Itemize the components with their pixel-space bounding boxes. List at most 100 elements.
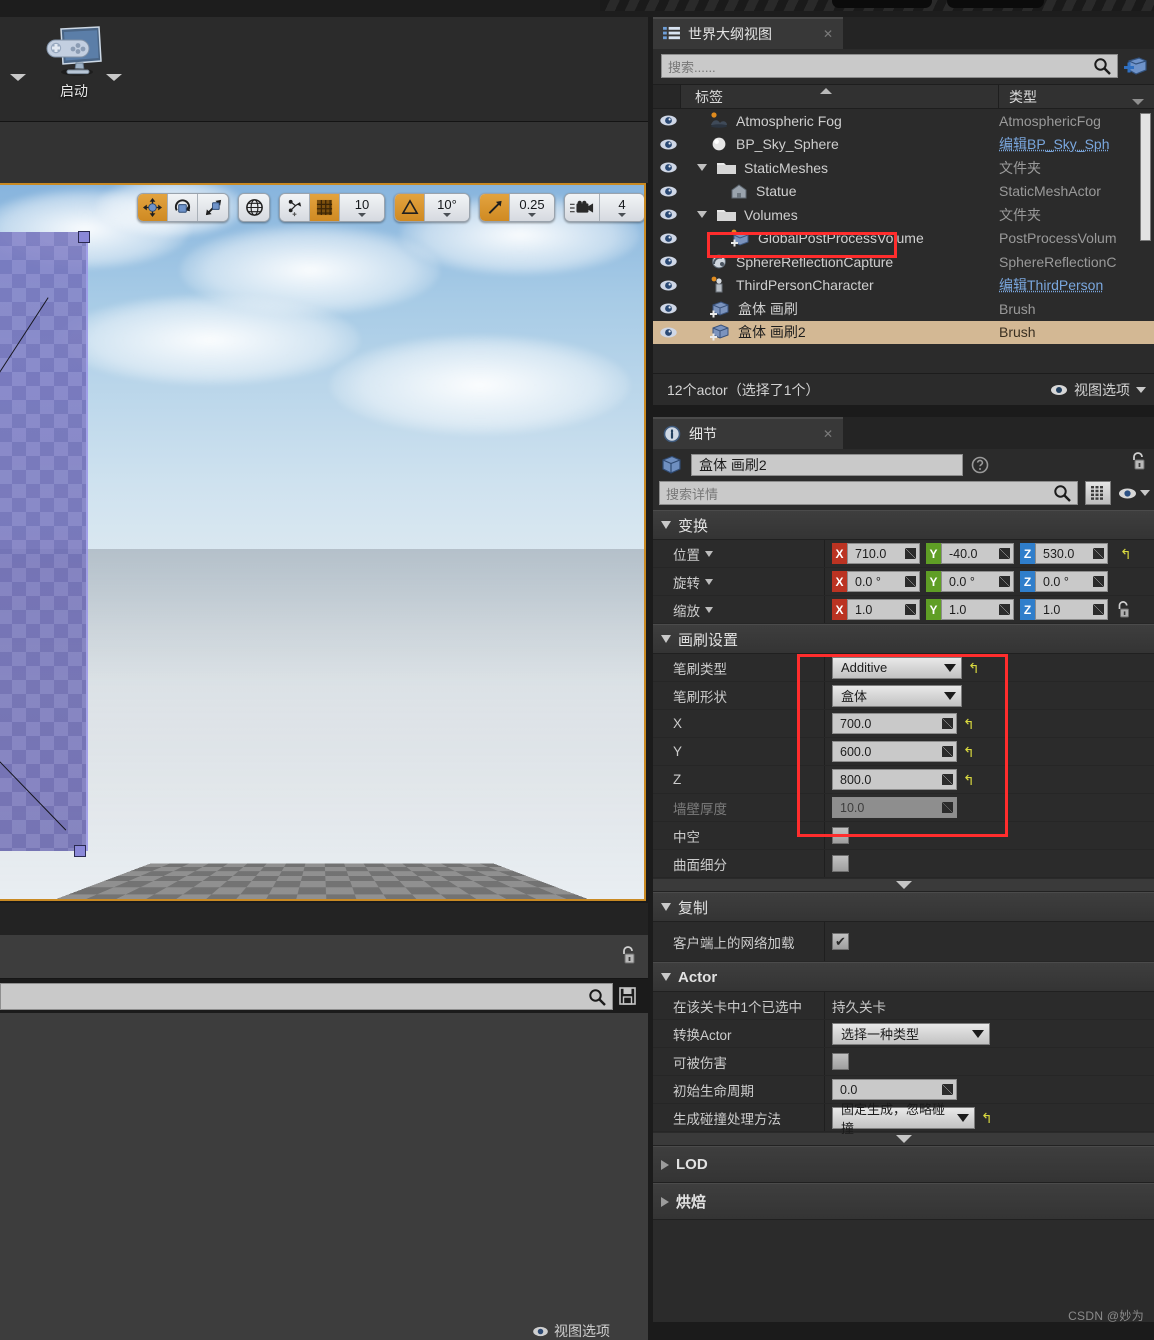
outliner-row-3[interactable]: Statue StaticMeshActor — [653, 180, 1154, 204]
spawn-collision-dropdown[interactable]: 固定生成，忽略碰撞 — [832, 1102, 975, 1136]
camera-icon[interactable] — [565, 194, 600, 221]
convert-actor-dropdown[interactable]: 选择一种类型 — [832, 1022, 990, 1045]
drag-spinner-icon[interactable] — [999, 576, 1010, 587]
section-lod-header[interactable]: LOD — [653, 1146, 1154, 1183]
scale-mode-icon[interactable] — [198, 194, 228, 221]
visibility-eye-icon[interactable] — [653, 255, 683, 268]
rotation-x-input[interactable]: 0.0 ° — [847, 571, 920, 592]
lock-icon[interactable] — [620, 945, 636, 965]
drag-spinner-icon[interactable] — [905, 604, 916, 615]
drag-spinner-icon[interactable] — [942, 718, 953, 729]
tab-details[interactable]: 细节 ✕ — [653, 417, 843, 449]
drag-spinner-icon[interactable] — [999, 548, 1010, 559]
scale-z-input[interactable]: 1.0 — [1035, 599, 1108, 620]
rotation-y[interactable]: Y 0.0 ° — [926, 571, 1014, 592]
content-browser-search-input[interactable] — [0, 983, 613, 1010]
type-column-header[interactable]: 类型 — [999, 85, 1154, 108]
selected-brush-volume[interactable] — [0, 232, 88, 851]
angle-snap-toggle-icon[interactable] — [395, 194, 425, 221]
details-search-input[interactable]: 搜索详情 — [659, 481, 1078, 505]
brush-type-dropdown[interactable]: Additive — [832, 656, 962, 679]
drag-spinner-icon[interactable] — [905, 576, 916, 587]
outliner-view-options-button[interactable]: 视图选项 — [1050, 380, 1146, 400]
outliner-row-0[interactable]: Atmospheric Fog AtmosphericFog — [653, 109, 1154, 133]
launch-button[interactable]: 启动 — [28, 25, 120, 113]
drag-spinner-icon[interactable] — [1093, 604, 1104, 615]
drag-spinner-icon[interactable] — [999, 604, 1010, 615]
close-icon[interactable]: ✕ — [823, 27, 833, 41]
brush-vertex-handle-top[interactable] — [78, 231, 90, 243]
visibility-eye-icon[interactable] — [653, 114, 683, 127]
visibility-eye-icon[interactable] — [653, 279, 683, 292]
label-column-header[interactable]: 标签 — [681, 85, 999, 108]
drag-spinner-icon[interactable] — [905, 548, 916, 559]
scale-snap-toggle-icon[interactable] — [480, 194, 510, 221]
rotation-z[interactable]: Z 0.0 ° — [1020, 571, 1108, 592]
location-y-input[interactable]: -40.0 — [941, 543, 1014, 564]
close-icon[interactable]: ✕ — [823, 427, 833, 441]
visibility-eye-icon[interactable] — [653, 302, 683, 315]
outliner-tree[interactable]: Atmospheric Fog AtmosphericFog BP_Sky_Sphe… — [653, 109, 1154, 349]
outliner-row-6[interactable]: SphereReflectionCapture SphereReflectionC — [653, 250, 1154, 274]
initial-lifespan-input[interactable]: 0.0 — [832, 1079, 957, 1100]
actor-name-input[interactable]: 盒体 画刷2 — [691, 454, 963, 476]
section-transform-header[interactable]: 变换 — [653, 510, 1154, 540]
scale-y[interactable]: Y 1.0 — [926, 599, 1014, 620]
revert-brush-y-icon[interactable]: ↰ — [963, 745, 975, 759]
net-load-checkbox[interactable]: ✔ — [832, 933, 849, 950]
visibility-eye-icon[interactable] — [653, 138, 683, 151]
rotation-label-cell[interactable]: 旋转 — [653, 568, 825, 595]
location-x[interactable]: X 710.0 — [832, 543, 920, 564]
brush-y-input[interactable]: 600.0 — [832, 741, 957, 762]
section-replication-header[interactable]: 复制 — [653, 892, 1154, 922]
revert-spawn-collision-icon[interactable]: ↰ — [981, 1111, 993, 1125]
revert-brush-x-icon[interactable]: ↰ — [963, 717, 975, 731]
globe-icon[interactable] — [239, 194, 269, 221]
location-x-input[interactable]: 710.0 — [847, 543, 920, 564]
drag-spinner-icon[interactable] — [942, 746, 953, 757]
expand-triangle-icon[interactable] — [697, 164, 707, 172]
outliner-row-1[interactable]: BP_Sky_Sphere 编辑BP_Sky_Sph — [653, 133, 1154, 157]
angle-snap-value[interactable]: 10° — [425, 194, 469, 221]
visibility-eye-icon[interactable] — [653, 232, 683, 245]
outliner-search-input[interactable]: 搜索...... — [661, 54, 1118, 78]
hollow-checkbox[interactable] — [832, 827, 849, 844]
outliner-row-9[interactable]: 盒体 画刷2 Brush — [653, 320, 1154, 344]
column-filter-icon[interactable] — [1132, 99, 1144, 105]
rotation-x[interactable]: X 0.0 ° — [832, 571, 920, 592]
details-view-options-button[interactable] — [1118, 487, 1150, 500]
rotation-z-input[interactable]: 0.0 ° — [1035, 571, 1108, 592]
scale-z[interactable]: Z 1.0 — [1020, 599, 1108, 620]
drag-spinner-icon[interactable] — [942, 1084, 953, 1095]
collapse-actor-section-strip[interactable] — [653, 1132, 1154, 1146]
drag-spinner-icon[interactable] — [942, 774, 953, 785]
can-be-damaged-checkbox[interactable] — [832, 1053, 849, 1070]
brush-shape-dropdown[interactable]: 盒体 — [832, 684, 962, 707]
outliner-row-8[interactable]: 盒体 画刷 Brush — [653, 297, 1154, 321]
outliner-row-4[interactable]: Volumes 文件夹 — [653, 203, 1154, 227]
drag-spinner-icon[interactable] — [1093, 576, 1104, 587]
outliner-row-7[interactable]: ThirdPersonCharacter 编辑ThirdPerson — [653, 274, 1154, 298]
grid-snap-toggle-icon[interactable] — [310, 194, 340, 221]
add-actor-icon[interactable] — [1124, 55, 1148, 77]
toolbar-left-dropdown-icon[interactable] — [10, 74, 26, 81]
display-grid-toggle[interactable] — [1085, 481, 1111, 505]
visibility-eye-icon[interactable] — [653, 185, 683, 198]
outliner-scrollbar[interactable] — [1140, 113, 1151, 241]
bottom-view-options-partial[interactable]: 视图选项 — [532, 1322, 610, 1340]
expand-triangle-icon[interactable] — [697, 211, 707, 219]
surface-snap-icon[interactable] — [280, 194, 310, 221]
revert-brush-type-icon[interactable]: ↰ — [968, 661, 980, 675]
location-y[interactable]: Y -40.0 — [926, 543, 1014, 564]
collapse-brush-section-strip[interactable] — [653, 878, 1154, 892]
grid-snap-value[interactable]: 10 — [340, 194, 384, 221]
tab-world-outliner[interactable]: 世界大纲视图 ✕ — [653, 17, 843, 49]
outliner-row-5[interactable]: GlobalPostProcessVolume PostProcessVolum — [653, 227, 1154, 251]
revert-brush-z-icon[interactable]: ↰ — [963, 773, 975, 787]
outliner-row-type[interactable]: 编辑ThirdPerson — [999, 275, 1154, 295]
location-z-input[interactable]: 530.0 — [1035, 543, 1108, 564]
section-actor-header[interactable]: Actor — [653, 962, 1154, 992]
visibility-eye-icon[interactable] — [653, 161, 683, 174]
brush-x-input[interactable]: 700.0 — [832, 713, 957, 734]
visibility-eye-icon[interactable] — [653, 326, 683, 339]
